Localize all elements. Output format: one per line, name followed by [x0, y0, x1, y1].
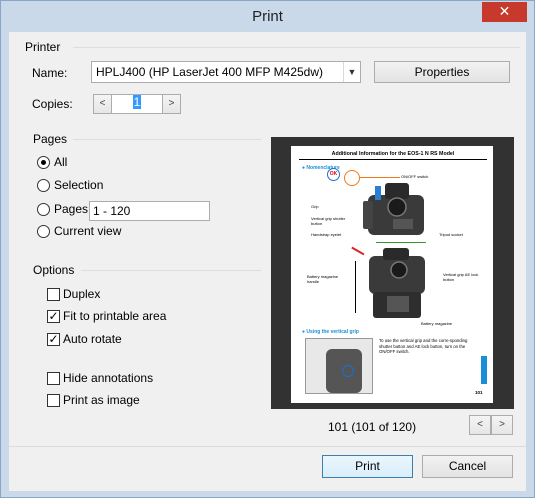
preview-page: Additional Information for the EOS-1 N R…: [291, 146, 493, 403]
label-battery-handle: Battery magazine handle: [307, 274, 339, 284]
next-page-button[interactable]: >: [491, 415, 513, 435]
vertical-dimension-line: [355, 261, 356, 313]
close-button[interactable]: ✕: [482, 2, 527, 22]
preview-page-number: 101: [475, 390, 483, 395]
properties-button[interactable]: Properties: [374, 61, 510, 83]
pages-separator: [73, 139, 261, 140]
copies-label: Copies:: [32, 97, 73, 111]
print-as-image-checkbox[interactable]: [47, 394, 60, 407]
auto-rotate-label[interactable]: Auto rotate: [63, 332, 122, 346]
radio-pages-label[interactable]: Pages: [54, 202, 88, 216]
copies-decrement-button[interactable]: <: [93, 94, 112, 114]
radio-current-view[interactable]: [37, 225, 50, 238]
preview-heading-2-text: Using the vertical grip: [306, 329, 359, 335]
auto-rotate-checkbox[interactable]: ✓: [47, 333, 60, 346]
label-tripod: Tripod socket: [439, 232, 463, 237]
cancel-button[interactable]: Cancel: [422, 455, 513, 478]
copies-input[interactable]: 1: [112, 94, 162, 114]
title-bar: Print ✕: [1, 1, 534, 32]
pages-section-label: Pages: [33, 132, 68, 146]
page-range-value: 1 - 120: [93, 204, 131, 218]
copies-value: 1: [132, 95, 142, 109]
print-as-image-label[interactable]: Print as image: [63, 393, 140, 407]
chevron-down-icon[interactable]: ▼: [343, 62, 360, 82]
options-separator: [81, 270, 261, 271]
label-battery-mag: Battery magazine: [421, 321, 453, 326]
radio-current-view-label[interactable]: Current view: [54, 224, 121, 238]
printer-select-value: HPLJ400 (HP LaserJet 400 MFP M425dw): [96, 65, 323, 79]
blue-side-tab: [481, 356, 487, 384]
hide-annotations-label[interactable]: Hide annotations: [63, 371, 153, 385]
page-range-input[interactable]: 1 - 120: [89, 201, 210, 221]
duplex-checkbox[interactable]: [47, 288, 60, 301]
options-section-label: Options: [33, 263, 75, 277]
footer-separator: [9, 446, 526, 447]
fit-to-printable-area-label[interactable]: Fit to printable area: [63, 309, 166, 323]
camera-back-illustration: [363, 183, 424, 235]
vertical-grip-photo: [305, 338, 373, 394]
print-button[interactable]: Print: [322, 455, 413, 478]
printer-separator: [73, 47, 520, 48]
green-dimension-arrow: [376, 242, 426, 243]
camera-with-battery-illustration: [369, 248, 425, 318]
hide-annotations-checkbox[interactable]: [47, 372, 60, 385]
orange-leader-line: [360, 177, 400, 178]
radio-all[interactable]: [37, 156, 50, 169]
label-vgrip-shutter: Vertical grip shutter button: [311, 216, 346, 226]
print-dialog: Print ✕ Printer Name: HPLJ400 (HP LaserJ…: [0, 0, 535, 498]
name-label: Name:: [32, 66, 68, 80]
dialog-title: Print: [252, 8, 283, 25]
blue-highlight-circle: [342, 365, 354, 377]
preview-page-status: 101 (101 of 120): [328, 420, 417, 434]
label-grip: Grip: [311, 204, 319, 209]
printer-section-label: Printer: [25, 40, 61, 54]
label-handstrap: Handstrap eyelet: [311, 232, 342, 237]
radio-pages[interactable]: [37, 203, 50, 216]
label-onoff: ON/OFF switch: [401, 174, 429, 179]
previous-page-button[interactable]: <: [469, 415, 491, 435]
preview-body-text: To use the vertical grip and the corre-s…: [379, 338, 468, 354]
printer-select[interactable]: HPLJ400 (HP LaserJet 400 MFP M425dw) ▼: [91, 61, 361, 83]
duplex-label[interactable]: Duplex: [63, 287, 100, 301]
radio-all-label[interactable]: All: [54, 155, 67, 169]
radio-selection-label[interactable]: Selection: [54, 178, 103, 192]
radio-selection[interactable]: [37, 179, 50, 192]
copies-increment-button[interactable]: >: [162, 94, 181, 114]
label-vgrip-ae: Vertical grip AE lock button: [443, 272, 479, 282]
preview-page-title: Additional Information for the EOS-1 N R…: [331, 151, 455, 157]
orange-highlight-circle: [344, 170, 360, 186]
preview-heading-vertical-grip: ● Using the vertical grip: [302, 329, 359, 335]
fit-to-printable-area-checkbox[interactable]: ✓: [47, 310, 60, 323]
ok-badge: OK: [327, 168, 340, 181]
preview-title-rule: [299, 159, 487, 160]
